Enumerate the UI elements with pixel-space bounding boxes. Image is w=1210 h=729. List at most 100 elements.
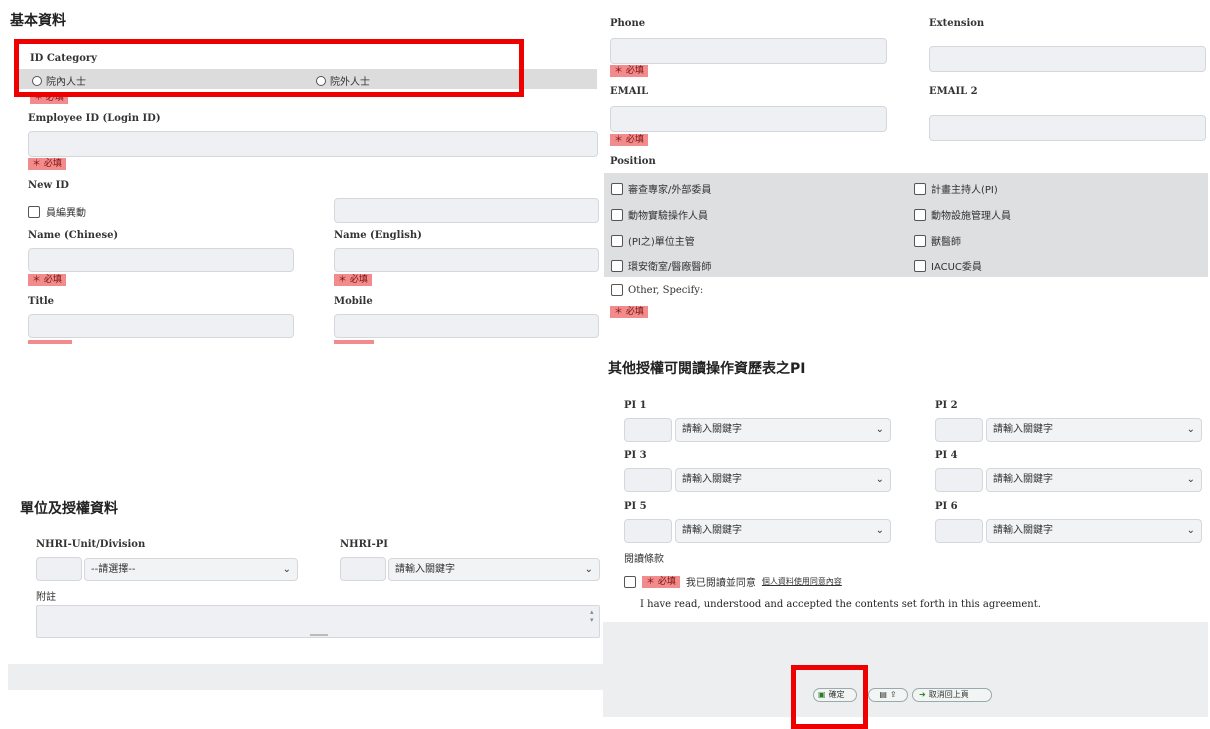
position-iacuc[interactable]: IACUC委員: [914, 258, 982, 273]
nhri-pi-select[interactable]: 請輸入關鍵字 ⌄: [388, 558, 600, 581]
basic-info-heading: 基本資料: [10, 13, 66, 29]
position-vet-label: 獸醫師: [931, 237, 961, 248]
checkbox-icon[interactable]: [611, 259, 623, 272]
required-badge-cut: [28, 340, 72, 344]
chevron-down-icon: ⌄: [584, 564, 593, 575]
name-english-input[interactable]: [334, 248, 599, 272]
notes-label: 附註: [36, 592, 56, 603]
pi6-code-input[interactable]: [935, 519, 983, 543]
checkbox-icon[interactable]: [914, 208, 926, 221]
chevron-down-icon: ⌄: [1186, 525, 1195, 536]
email2-label: EMAIL 2: [929, 86, 978, 97]
position-reviewer-label: 審查專家/外部委員: [628, 185, 712, 196]
position-unit-head[interactable]: (PI之)單位主管: [611, 233, 695, 248]
unit-select[interactable]: --請選擇-- ⌄: [84, 558, 298, 581]
position-facility-manager[interactable]: 動物設施管理人員: [914, 207, 1011, 222]
name-chinese-label: Name (Chinese): [28, 230, 119, 241]
extension-input[interactable]: [929, 46, 1206, 72]
pi4-label: PI 4: [935, 450, 958, 461]
phone-input[interactable]: [610, 38, 887, 64]
chevron-down-icon: ⌄: [875, 424, 884, 435]
printer-icon: ▤: [879, 690, 887, 699]
privacy-link[interactable]: 個人資料使用同意內容: [762, 576, 842, 587]
checkbox-icon[interactable]: [611, 208, 623, 221]
unit-section-heading: 單位及授權資料: [20, 501, 118, 517]
highlight-box-id-category: [14, 39, 524, 97]
export-icon: ⇪: [889, 690, 897, 699]
position-iacuc-label: IACUC委員: [931, 262, 982, 273]
checkbox-icon[interactable]: [611, 234, 623, 247]
required-badge: ＊ 必填: [28, 274, 66, 286]
checkbox-icon[interactable]: [914, 234, 926, 247]
pi3-label: PI 3: [624, 450, 647, 461]
position-other[interactable]: Other, Specify:: [611, 284, 703, 296]
pi1-label: PI 1: [624, 400, 647, 411]
position-label: Position: [610, 156, 656, 167]
position-safety-label: 環安衛室/醫廠醫師: [628, 262, 712, 273]
position-vet[interactable]: 獸醫師: [914, 233, 961, 248]
pi5-code-input[interactable]: [624, 519, 672, 543]
position-safety[interactable]: 環安衛室/醫廠醫師: [611, 258, 711, 273]
right-footer-bar: [603, 622, 1208, 717]
required-badge: ＊ 必填: [610, 65, 648, 77]
pi4-select[interactable]: 請輸入關鍵字 ⌄: [986, 468, 1202, 492]
unit-select-value: --請選擇--: [91, 564, 136, 575]
position-operator-label: 動物實驗操作人員: [628, 211, 708, 222]
pi-code-input[interactable]: [340, 557, 386, 581]
title-input[interactable]: [28, 314, 294, 338]
resize-handle[interactable]: [310, 634, 328, 636]
pi5-select-value: 請輸入關鍵字: [682, 525, 742, 536]
email2-input[interactable]: [929, 115, 1206, 141]
pi2-label: PI 2: [935, 400, 958, 411]
mobile-input[interactable]: [334, 314, 599, 338]
new-id-input[interactable]: [334, 198, 599, 223]
pi3-select-value: 請輸入關鍵字: [682, 474, 742, 485]
position-pi-label: 計畫主持人(PI): [931, 185, 998, 196]
name-chinese-input[interactable]: [28, 248, 294, 272]
required-badge: ＊ 必填: [610, 134, 648, 146]
print-button[interactable]: ▤ ⇪: [868, 688, 908, 702]
phone-label: Phone: [610, 18, 646, 29]
terms-agree-row: ＊ 必填 我已閱讀並同意 個人資料使用同意內容: [624, 574, 842, 589]
email-label: EMAIL: [610, 86, 649, 97]
pi5-label: PI 5: [624, 501, 647, 512]
chevron-down-icon: ⌄: [875, 525, 884, 536]
name-english-label: Name (English): [334, 230, 422, 241]
extension-label: Extension: [929, 18, 985, 29]
pi-section-heading: 其他授權可閱讀操作資歷表之PI: [608, 361, 806, 377]
email-input[interactable]: [610, 106, 887, 132]
position-pi[interactable]: 計畫主持人(PI): [914, 181, 998, 196]
pi4-select-value: 請輸入關鍵字: [993, 474, 1053, 485]
pi2-select-value: 請輸入關鍵字: [993, 424, 1053, 435]
employee-id-input[interactable]: [28, 131, 598, 157]
terms-checkbox[interactable]: [624, 575, 636, 588]
pi4-code-input[interactable]: [935, 468, 983, 492]
employee-change-checkbox[interactable]: 員編異動: [28, 204, 86, 219]
position-facility-manager-label: 動物設施管理人員: [931, 211, 1011, 222]
unit-code-input[interactable]: [36, 557, 82, 581]
checkbox-icon[interactable]: [914, 259, 926, 272]
pi2-select[interactable]: 請輸入關鍵字 ⌄: [986, 418, 1202, 442]
position-operator[interactable]: 動物實驗操作人員: [611, 207, 708, 222]
pi6-select-value: 請輸入關鍵字: [993, 525, 1053, 536]
checkbox-icon[interactable]: [28, 205, 40, 218]
pi1-code-input[interactable]: [624, 418, 672, 442]
pi3-select[interactable]: 請輸入關鍵字 ⌄: [675, 468, 891, 492]
position-reviewer[interactable]: 審查專家/外部委員: [611, 181, 711, 196]
back-arrow-icon: ➜: [919, 690, 926, 699]
terms-statement: I have read, understood and accepted the…: [640, 599, 1041, 610]
checkbox-icon[interactable]: [914, 182, 926, 195]
checkbox-icon[interactable]: [611, 284, 623, 296]
pi5-select[interactable]: 請輸入關鍵字 ⌄: [675, 519, 891, 543]
pi2-code-input[interactable]: [935, 418, 983, 442]
highlight-box-confirm: [791, 665, 868, 729]
pi3-code-input[interactable]: [624, 468, 672, 492]
position-unit-head-label: (PI之)單位主管: [628, 237, 695, 248]
textarea-scroll-arrows[interactable]: ▴ ▾: [590, 608, 594, 624]
pi1-select[interactable]: 請輸入關鍵字 ⌄: [675, 418, 891, 442]
employee-id-label: Employee ID (Login ID): [28, 113, 161, 124]
checkbox-icon[interactable]: [611, 182, 623, 195]
cancel-button[interactable]: ➜ 取消回上頁: [912, 688, 992, 702]
pi6-select[interactable]: 請輸入關鍵字 ⌄: [986, 519, 1202, 543]
nhri-pi-label: NHRI-PI: [340, 539, 388, 550]
